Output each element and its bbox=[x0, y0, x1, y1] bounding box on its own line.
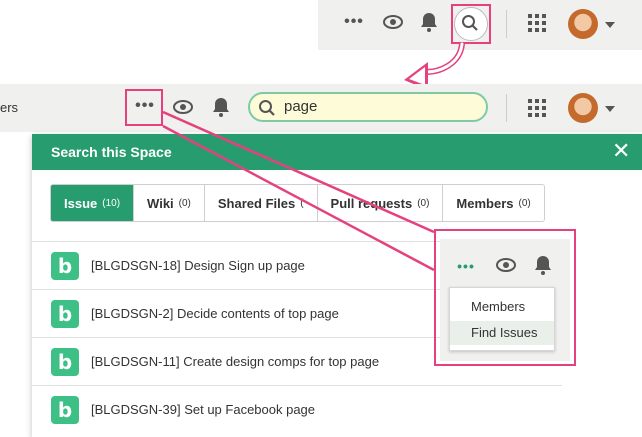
callout-connector-lines bbox=[162, 110, 435, 272]
